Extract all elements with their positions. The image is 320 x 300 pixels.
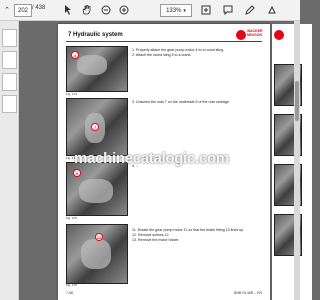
figure-photo: 12: [66, 224, 128, 284]
callout-marker: 7: [91, 123, 99, 131]
page-total: / 438: [32, 5, 46, 11]
figure-photo: 4: [66, 46, 128, 92]
page-thumbnail[interactable]: [2, 73, 17, 91]
page-thumbnail[interactable]: [2, 51, 17, 69]
step-text: 13. Remove the motor holder.: [132, 238, 180, 242]
zoom-out-icon[interactable]: [100, 3, 112, 17]
thumbnail-panel: [0, 21, 19, 300]
figure-caption: Fig. 176: [66, 283, 77, 287]
figure-caption: Fig. 173: [66, 92, 77, 96]
highlight-icon[interactable]: [266, 3, 278, 17]
page-number-input[interactable]: 202: [14, 4, 32, 17]
hand-tool-icon[interactable]: [80, 3, 92, 17]
figure-photo: 7: [66, 98, 128, 156]
next-page-preview: [272, 24, 312, 300]
figure-caption: Fig. 175: [66, 216, 77, 220]
logo-mark: [274, 30, 284, 40]
callout-marker: 4: [71, 51, 79, 59]
figure-photo: 9: [66, 162, 128, 216]
fit-page-icon[interactable]: [200, 3, 212, 17]
chevron-down-icon: ▾: [183, 7, 186, 14]
page-thumbnail[interactable]: [2, 95, 17, 113]
watermark-text: machinecatalogic.com: [74, 150, 229, 167]
wacker-neuson-logo: WACKER NEUSON: [236, 29, 266, 41]
step-text: 3. Unscrew the nuts 7 on the underside 8…: [132, 100, 230, 104]
vertical-scrollbar[interactable]: [294, 21, 300, 300]
callout-marker: 12: [95, 233, 103, 241]
scrollbar-thumb[interactable]: [295, 81, 299, 121]
select-cursor-icon[interactable]: [62, 3, 74, 17]
zoom-in-icon[interactable]: [118, 3, 130, 17]
zoom-select[interactable]: 133% ▾: [160, 4, 192, 17]
header-divider: [66, 41, 262, 42]
page-footer: 7-58 BHB RL46R – EN: [66, 291, 262, 295]
section-title: 7 Hydraulic system: [68, 32, 123, 38]
step-text: 2. Attach the round sling 5 to a crane.: [132, 53, 192, 57]
callout-marker: 9: [73, 169, 81, 177]
comment-icon[interactable]: [222, 3, 234, 17]
pdf-toolbar: ⌃ 202 / 438 133% ▾: [0, 0, 300, 21]
nav-arrow-icon[interactable]: ⌃: [2, 3, 12, 17]
pen-icon[interactable]: [244, 3, 256, 17]
page-thumbnail[interactable]: [2, 29, 17, 47]
